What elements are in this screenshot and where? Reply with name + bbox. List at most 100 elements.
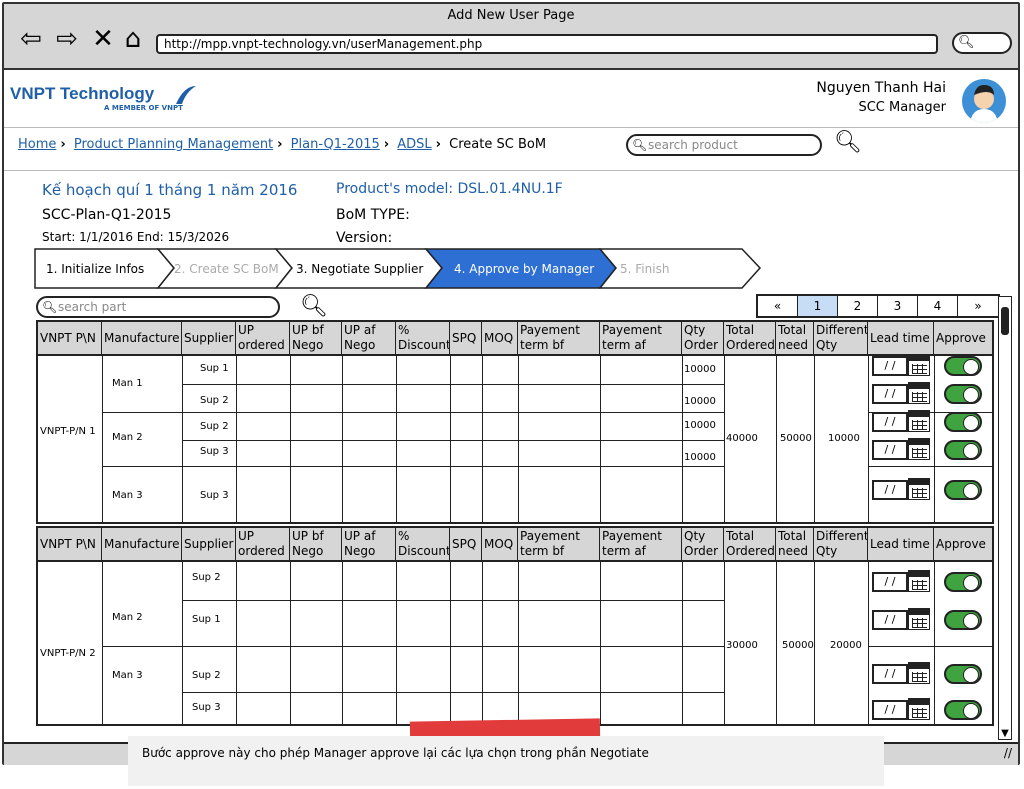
date-input[interactable]: / / — [872, 480, 908, 500]
grid-line — [934, 562, 935, 724]
calendar-icon[interactable] — [908, 410, 930, 432]
grid-line — [934, 356, 935, 522]
manufacturer-cell: Man 3 — [112, 490, 143, 501]
supplier-cell: Sup 2 — [192, 670, 221, 681]
product-search-input[interactable]: 🔍︎ search product — [626, 134, 822, 156]
grid-line — [102, 412, 724, 413]
breadcrumb-home[interactable]: Home — [18, 137, 56, 152]
date-input[interactable]: / / — [872, 664, 908, 684]
manufacturer-cell: Man 2 — [112, 432, 143, 443]
approve-toggle[interactable] — [944, 440, 982, 460]
calendar-icon[interactable] — [908, 478, 930, 500]
date-input[interactable]: / / — [872, 572, 908, 592]
user-role: SCC Manager — [858, 100, 946, 115]
calendar-icon[interactable] — [908, 608, 930, 630]
close-icon[interactable]: ✕ — [88, 24, 118, 54]
column-header: UP ordered — [236, 322, 290, 356]
approve-toggle[interactable] — [944, 412, 982, 432]
grid-line — [600, 562, 601, 724]
grid-line — [102, 562, 103, 724]
approve-toggle[interactable] — [944, 572, 982, 592]
scrollbar-thumb[interactable] — [1001, 307, 1009, 335]
breadcrumb-plan[interactable]: Plan-Q1-2015 — [291, 137, 380, 152]
column-header: MOQ — [482, 528, 518, 562]
approve-toggle[interactable] — [944, 700, 982, 720]
approve-toggle[interactable] — [944, 610, 982, 630]
chevron-down-icon[interactable]: ▼ — [999, 728, 1011, 739]
resize-grip-icon[interactable]: // — [1004, 746, 1012, 760]
column-header: UP af Nego — [342, 528, 396, 562]
column-header: MOQ — [482, 322, 518, 356]
pager-page-1[interactable]: 1 — [798, 296, 838, 316]
approve-toggle[interactable] — [944, 384, 982, 404]
user-info: Nguyen Thanh Hai SCC Manager — [816, 80, 946, 115]
search-placeholder: search part — [58, 300, 127, 314]
pager-page-2[interactable]: 2 — [838, 296, 878, 316]
grid-line — [182, 692, 724, 693]
part-search-button-icon[interactable]: 🔍︎ — [300, 294, 328, 319]
column-header: SPQ — [450, 322, 482, 356]
calendar-icon[interactable] — [908, 438, 930, 460]
qty-cell: 10000 — [684, 396, 716, 407]
manufacturer-cell: Man 2 — [112, 612, 143, 623]
step-2[interactable]: 2. Create SC BoM — [166, 250, 279, 288]
date-input[interactable]: / / — [872, 384, 908, 404]
pager-page-3[interactable]: 3 — [878, 296, 918, 316]
grid-line — [724, 356, 725, 522]
column-header: UP bf Nego — [290, 322, 342, 356]
date-input[interactable]: / / — [872, 610, 908, 630]
grid-line — [182, 440, 724, 441]
step-4[interactable]: 4. Approve by Manager — [446, 250, 594, 288]
pager-next[interactable]: » — [958, 296, 998, 316]
calendar-icon[interactable] — [908, 354, 930, 376]
column-header: Payement term af nego — [600, 528, 682, 562]
divider — [4, 170, 1018, 171]
grid-line — [102, 466, 724, 467]
column-header: Approve — [934, 322, 992, 356]
divider — [4, 127, 1018, 128]
steps-labels: 1. Initialize Infos 2. Create SC BoM 3. … — [36, 250, 766, 288]
url-field[interactable]: http://mpp.vnpt-technology.vn/userManage… — [156, 34, 938, 54]
column-header: Total Ordered — [724, 528, 776, 562]
avatar[interactable] — [962, 79, 1006, 123]
browser-titlebar: Add New User Page ⇦ ⇨ ✕ ⌂ http://mpp.vnp… — [4, 4, 1018, 70]
user-name: Nguyen Thanh Hai — [816, 80, 946, 96]
calendar-icon[interactable] — [908, 662, 930, 684]
browser-search-input[interactable]: 🔍︎ — [952, 32, 1012, 54]
date-input[interactable]: / / — [872, 412, 908, 432]
pager-prev[interactable]: « — [758, 296, 798, 316]
calendar-icon[interactable] — [908, 698, 930, 720]
search-button-icon[interactable]: 🔍︎ — [834, 130, 862, 155]
pager-page-4[interactable]: 4 — [918, 296, 958, 316]
date-input[interactable]: / / — [872, 356, 908, 376]
approve-toggle[interactable] — [944, 664, 982, 684]
home-icon[interactable]: ⌂ — [118, 24, 148, 54]
column-header: % Discount — [396, 322, 450, 356]
part-search-input[interactable]: 🔍︎ search part — [36, 296, 280, 318]
search-icon: 🔍︎ — [42, 300, 58, 314]
breadcrumb-product-planning[interactable]: Product Planning Management — [74, 137, 273, 152]
table-header: VNPT P\N Manufacture Supplier UP ordered UP … — [38, 322, 992, 356]
search-placeholder: search product — [648, 138, 738, 152]
approve-toggle[interactable] — [944, 480, 982, 500]
approve-toggle[interactable] — [944, 356, 982, 376]
breadcrumb-adsl[interactable]: ADSL — [397, 137, 431, 152]
search-icon: 🔍︎ — [958, 35, 975, 50]
step-3[interactable]: 3. Negotiate Supplier — [288, 250, 423, 288]
supplier-cell: Sup 3 — [192, 702, 221, 713]
step-5[interactable]: 5. Finish — [612, 250, 669, 288]
date-input[interactable]: / / — [872, 700, 908, 720]
breadcrumb-current: Create SC BoM — [449, 137, 547, 152]
back-arrow-icon[interactable]: ⇦ — [16, 24, 46, 54]
column-header: Different Qty — [814, 322, 868, 356]
column-header: VNPT P\N — [38, 322, 102, 356]
date-input[interactable]: / / — [872, 440, 908, 460]
step-1[interactable]: 1. Initialize Infos — [38, 250, 144, 288]
grid-line — [396, 562, 397, 724]
scrollbar[interactable]: ▼ — [998, 296, 1012, 740]
column-header: UP ordered — [236, 528, 290, 562]
calendar-icon[interactable] — [908, 382, 930, 404]
calendar-icon[interactable] — [908, 570, 930, 592]
part-number: VNPT-P/N 2 — [40, 648, 96, 659]
forward-arrow-icon[interactable]: ⇨ — [52, 24, 82, 54]
